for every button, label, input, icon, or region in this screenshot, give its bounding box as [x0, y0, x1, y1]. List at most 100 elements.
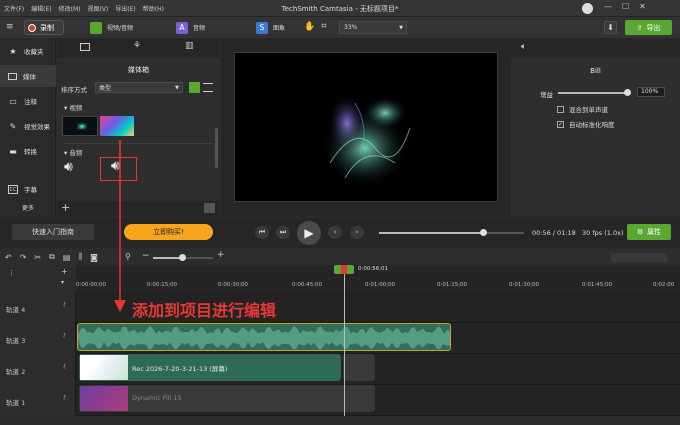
track-3[interactable]: 轨道 3 ⚷ [0, 323, 680, 354]
zoom-value: 33% [344, 24, 358, 31]
scrollbar[interactable] [215, 128, 218, 168]
fps-display[interactable]: 30 fps (1.0x) [582, 229, 623, 237]
play-icon[interactable]: ▶ [297, 221, 321, 245]
user-avatar-icon[interactable] [582, 3, 593, 14]
mix-mono-label: 混合到单声道 [569, 106, 608, 114]
step-forward-icon[interactable]: ⏭ [276, 226, 290, 239]
zoom-out-icon[interactable]: − [142, 251, 150, 261]
nav-annotations[interactable]: ▭ 注释 [0, 90, 56, 112]
playback-progress-knob[interactable] [480, 229, 488, 236]
add-icon[interactable]: + [61, 201, 70, 214]
zoom-in-icon[interactable]: + [217, 250, 225, 260]
timeline-zoom-knob[interactable] [179, 254, 186, 261]
playhead-handle[interactable] [334, 265, 354, 274]
prev-marker-icon[interactable]: ‹ [328, 226, 342, 239]
tick-label: 0:01:30;00 [509, 282, 540, 288]
paste-icon[interactable]: ▤ [63, 253, 71, 262]
buy-now-button[interactable]: 立即购买! [124, 224, 213, 240]
audio-thumb-1-speaker-icon[interactable]: 🔊︎ [64, 159, 73, 175]
lock-icon[interactable]: ⚷ [62, 363, 66, 370]
timeline-zoom-slider[interactable] [153, 254, 213, 261]
transition-icon: ▬ [9, 146, 17, 156]
lock-icon[interactable]: ⚷ [62, 394, 66, 401]
maximize-icon[interactable]: ☐ [622, 2, 629, 11]
crop-icon[interactable]: ⌗ [321, 21, 327, 32]
nav-annotations-label: 注释 [24, 98, 37, 106]
sort-dropdown[interactable]: 类型 ▼ [95, 82, 183, 93]
grid-view-icon[interactable] [189, 82, 200, 93]
split-icon[interactable]: ⫼ [78, 252, 82, 262]
track-1[interactable]: 轨道 1 ⚷ Dynamic Fill 15 [0, 385, 680, 416]
playback-progress[interactable] [379, 229, 524, 236]
video-thumb-2[interactable] [100, 116, 134, 136]
nav-media[interactable]: 媒体 [0, 65, 56, 87]
clip-thumbnail [80, 355, 128, 380]
record-button[interactable]: 录制 [24, 20, 64, 35]
gain-slider-knob[interactable] [624, 89, 631, 96]
next-marker-icon[interactable]: › [350, 226, 364, 239]
nav-favorites[interactable]: ★ 收藏夹 [0, 40, 56, 62]
track-4[interactable]: 轨道 4 ⚷ [0, 292, 680, 323]
grid-size-icon[interactable] [204, 203, 215, 213]
hamburger-icon[interactable]: ≡ [6, 22, 16, 32]
nav-visual-effects[interactable]: ✎ 视觉效果 [0, 115, 56, 137]
export-button[interactable]: ⇪ 导出 [625, 20, 672, 35]
title-bar: 文件(F) 编辑(E) 修改(M) 视图(V) 导出(E) 帮助(H) Tech… [0, 0, 680, 17]
magnet-icon[interactable]: ⋮ [8, 269, 15, 277]
timeline-toolbar: ↶ ↷ ✂ ⧉ ▤ ⫼ ◙ ⚲ − + [0, 249, 680, 265]
timeline-scroll[interactable] [611, 253, 667, 262]
gear-icon: ⚙ [636, 228, 644, 236]
nav-more[interactable]: 更多 [0, 200, 56, 214]
clip-extension[interactable] [343, 354, 375, 381]
tool-image[interactable]: S 图象 [256, 20, 285, 35]
download-icon[interactable]: ⬇ [604, 21, 617, 34]
nav-transitions[interactable]: ▬ 转换 [0, 140, 56, 162]
speaker-tab-icon[interactable]: 🔈︎ [521, 42, 526, 52]
tick-label: 0:01:15;00 [437, 282, 468, 288]
media-tab-icon[interactable] [80, 43, 90, 51]
quickstart-guide-button[interactable]: 快速入门指南 [12, 224, 94, 240]
redo-icon[interactable]: ↷ [20, 253, 27, 262]
video-thumb-1[interactable] [62, 116, 98, 136]
video-section-header[interactable]: ▾ 视频 [64, 102, 82, 112]
undo-icon[interactable]: ↶ [5, 253, 12, 262]
timeline-h-scrollbar[interactable] [76, 416, 680, 425]
track-2[interactable]: 轨道 2 ⚷ Rec 2026-7-20-3-21-13 (屏幕) [0, 354, 680, 385]
hand-icon[interactable]: ✋ [304, 22, 315, 32]
audio-section-header[interactable]: ▾ 音频 [64, 147, 82, 157]
nav-media-label: 媒体 [23, 73, 36, 81]
lock-icon[interactable]: ⚷ [62, 332, 66, 339]
media-tabs: ⚘ ▥ [57, 38, 220, 58]
normalize-checkbox[interactable]: ✓ [557, 120, 564, 128]
copy-icon[interactable]: ⧉ [49, 252, 55, 262]
nav-captions[interactable]: CC 字幕 [0, 178, 56, 200]
properties-button[interactable]: ⚙ 属性 [627, 224, 671, 240]
gain-slider[interactable] [558, 89, 631, 96]
list-view-icon[interactable] [203, 83, 213, 92]
gain-input[interactable]: 100% [637, 87, 665, 97]
screen-recording-clip[interactable]: Rec 2026-7-20-3-21-13 (屏幕) [79, 354, 341, 381]
tick-label: 0:00:00;00 [76, 282, 107, 288]
cut-icon[interactable]: ✂ [34, 253, 41, 262]
tool-video-audio[interactable]: 视频/音频 [90, 20, 133, 35]
nav-favorites-label: 收藏夹 [24, 48, 44, 56]
tool-audio[interactable]: A 音频 [176, 20, 205, 35]
add-track-icon[interactable]: + [61, 267, 68, 276]
library-books-icon[interactable]: ▥ [185, 41, 194, 51]
track-label: 轨道 3 ⚷ [0, 323, 76, 354]
step-back-icon[interactable]: ⏮ [255, 226, 269, 239]
dynamic-fill-clip[interactable]: Dynamic Fill 15 [79, 385, 375, 412]
zoom-dropdown[interactable]: 33% ▼ [339, 21, 407, 34]
minimize-icon[interactable]: — [604, 2, 612, 11]
close-icon[interactable]: ✕ [639, 2, 646, 11]
tick-label: 0:01:45;00 [582, 282, 613, 288]
lock-icon[interactable]: ⚷ [62, 301, 66, 308]
video-audio-icon [90, 21, 102, 34]
snapshot-icon[interactable]: ◙ [90, 253, 98, 262]
audio-clip[interactable] [77, 323, 451, 351]
collapse-icon[interactable]: ▾ [61, 279, 64, 286]
library-tab-icon[interactable]: ⚘ [133, 41, 141, 51]
track-3-label: 轨道 3 [6, 337, 26, 345]
mix-mono-checkbox[interactable] [557, 105, 564, 113]
video-preview[interactable] [234, 52, 498, 202]
